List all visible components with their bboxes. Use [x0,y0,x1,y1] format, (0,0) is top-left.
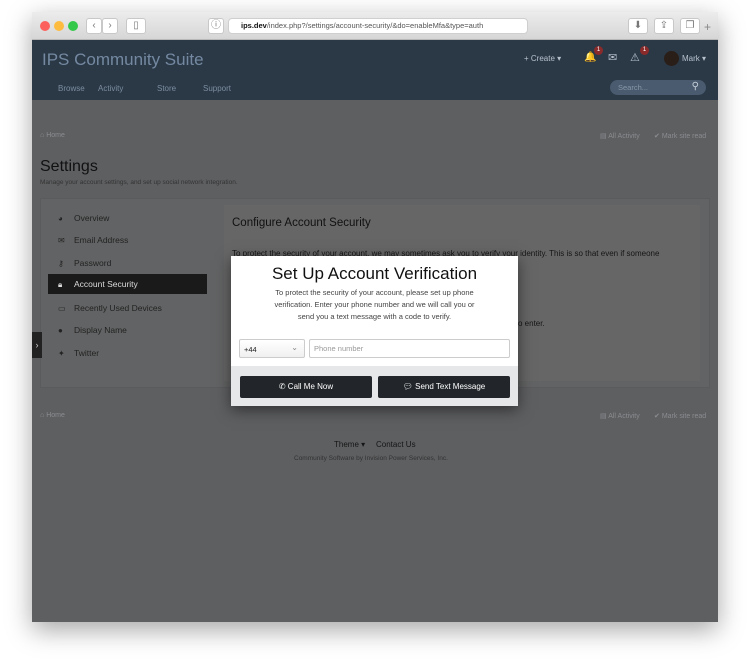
mark-read-label: Mark site read [661,413,707,420]
modal-footer: ✆ Call Me Now 💬︎ Send Text Message [231,366,518,406]
sidebar-item-overview[interactable]: ◕ Overview [48,208,207,228]
forward-icon[interactable]: › [102,18,118,34]
footer-all-activity-link[interactable]: ▤ All Activity [600,412,640,420]
tabs-icon[interactable]: ❐ [680,18,700,34]
sidebar-item-label: Display Name [74,325,127,335]
zoom-window-button[interactable] [68,21,78,31]
nav-support[interactable]: Support [203,84,231,93]
minimize-window-button[interactable] [54,21,64,31]
back-icon[interactable]: ‹ [86,18,102,34]
breadcrumb-home[interactable]: ⌂ Home [40,132,65,139]
breadcrumb-home-label: Home [46,132,65,139]
url-host: ips.dev [241,21,267,30]
copyright: Community Software by Invision Power Ser… [294,455,448,462]
lock-icon: 🔒︎ [58,280,63,289]
call-button-label: Call Me Now [287,382,334,391]
dashboard-icon: ◕ [58,214,63,223]
footer-breadcrumb-home[interactable]: ⌂ Home [40,412,65,419]
sidebar-item-password[interactable]: ⚷ Password [48,253,207,273]
sidebar-item-label: Twitter [74,348,100,358]
sidebar-item-account-security[interactable]: 🔒︎ Account Security [48,274,207,294]
expand-handle[interactable]: › [32,332,42,358]
chevron-down-icon: ⌄ [291,343,298,352]
sidebar-icon[interactable]: ▯ [126,18,146,34]
privacy-icon[interactable]: ⓘ [208,18,224,34]
phone-icon: ✆ [278,382,288,391]
sidebar-item-twitter[interactable]: ✦ Twitter [48,343,207,363]
comment-icon: 💬︎ [402,382,416,391]
breadcrumb-home-label: Home [46,412,65,419]
user-menu[interactable]: Mark ▾ [682,54,706,63]
envelope-icon[interactable]: ✉ [608,51,617,64]
twitter-icon: ✦ [58,349,65,358]
close-window-button[interactable] [40,21,50,31]
site-header: IPS Community Suite + Create ▾ 🔔 1 ✉ ⚠ 1… [32,40,718,100]
country-code-select[interactable]: +44 ⌄ [239,339,305,358]
account-verification-modal: Set Up Account Verification To protect t… [231,256,518,406]
address-bar[interactable]: ips.dev/index.php?/settings/account-secu… [228,18,528,34]
mark-read-label: Mark site read [661,133,707,140]
text-button-label: Send Text Message [415,382,486,391]
nav-browse[interactable]: Browse [58,84,85,93]
all-activity-label: All Activity [608,133,640,140]
sidebar-item-label: Password [74,258,112,268]
footer-mark-read-link[interactable]: ✔ Mark site read [654,412,706,420]
key-icon: ⚷ [58,259,64,268]
all-activity-label: All Activity [608,413,640,420]
sidebar-item-label: Account Security [74,279,138,289]
mark-read-link[interactable]: ✔ Mark site read [654,132,706,140]
site-brand[interactable]: IPS Community Suite [42,50,204,70]
reports-badge: 1 [640,46,649,55]
search-input[interactable]: Search... ⚲ [610,80,706,95]
sidebar-item-label: Recently Used Devices [74,303,162,313]
modal-title: Set Up Account Verification [271,264,478,283]
send-text-message-button[interactable]: 💬︎ Send Text Message [378,376,510,398]
call-me-now-button[interactable]: ✆ Call Me Now [240,376,372,398]
modal-description: To protect the security of your account,… [274,288,475,321]
warning-icon[interactable]: ⚠ [630,51,640,64]
share-icon[interactable]: ⇪ [654,18,674,34]
content-text-fragment: o enter. [518,319,545,328]
laptop-icon: ▭ [58,304,66,313]
country-code-value: +44 [244,345,257,354]
browser-toolbar: ‹ › ▯ ⓘ ips.dev/index.php?/settings/acco… [32,12,718,40]
envelope-icon: ✉ [58,236,65,245]
all-activity-link[interactable]: ▤ All Activity [600,132,640,140]
avatar[interactable] [664,51,679,66]
search-icon[interactable]: ⚲ [692,81,699,92]
downloads-icon[interactable]: ⬇ [628,18,648,34]
sidebar-item-label: Overview [74,213,110,223]
sidebar-item-display-name[interactable]: ● Display Name [48,320,207,340]
sidebar-item-devices[interactable]: ▭ Recently Used Devices [48,298,207,318]
contact-us-link[interactable]: Contact Us [376,440,416,449]
theme-menu[interactable]: Theme ▾ [334,440,365,449]
new-tab-icon[interactable]: + [704,20,711,34]
nav-store[interactable]: Store [157,84,176,93]
phone-number-input[interactable] [309,339,510,358]
notification-badge: 1 [594,46,603,55]
sidebar-item-label: Email Address [74,235,129,245]
create-menu[interactable]: + Create ▾ [524,54,561,63]
page-title: Settings [40,158,98,175]
user-icon: ● [58,326,63,335]
page-subtitle: Manage your account settings, and set up… [40,179,238,186]
sidebar-item-email[interactable]: ✉ Email Address [48,230,207,250]
nav-activity[interactable]: Activity [98,84,123,93]
content-title: Configure Account Security [232,217,371,229]
search-placeholder: Search... [618,83,649,92]
url-path: /index.php?/settings/account-security/&d… [266,21,484,30]
